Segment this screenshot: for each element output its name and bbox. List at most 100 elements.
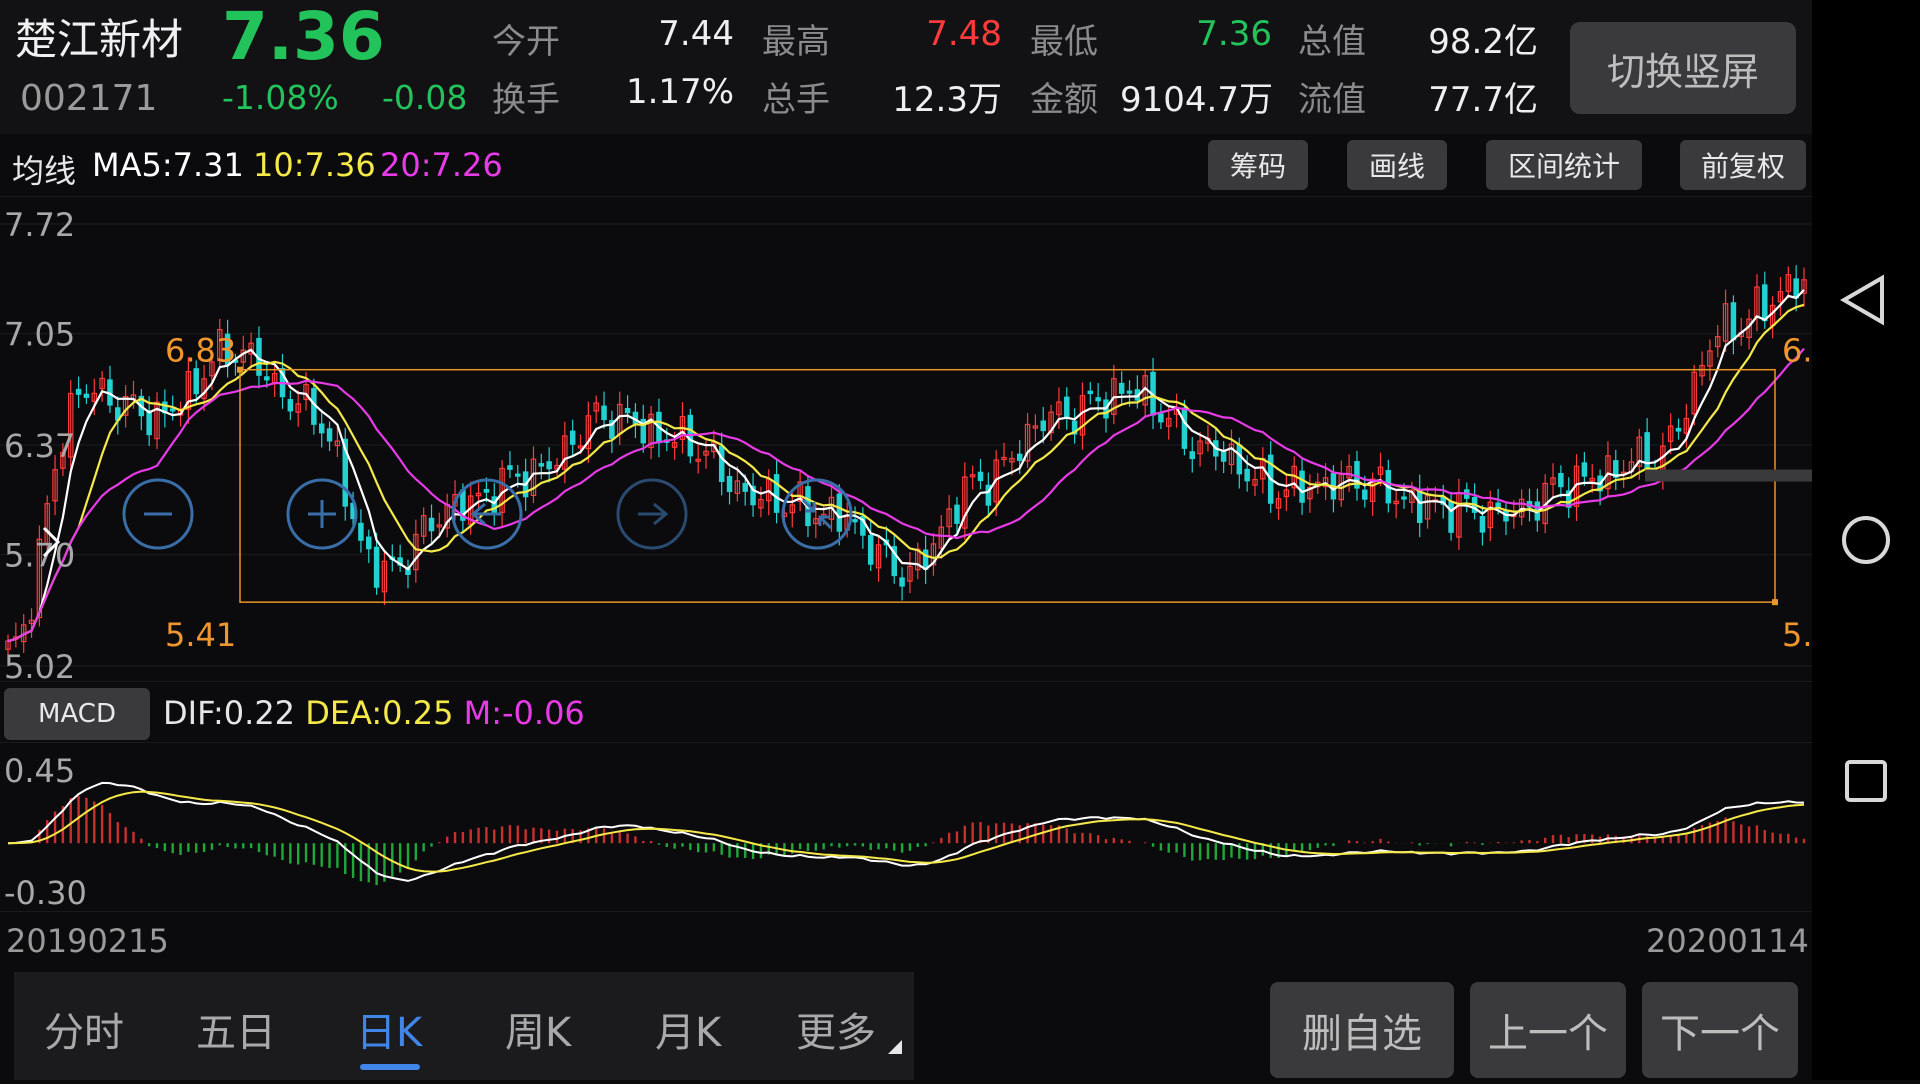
candle-down xyxy=(718,445,725,482)
candle-down xyxy=(954,504,960,524)
candle-down xyxy=(1126,390,1133,394)
candle-down xyxy=(1158,413,1164,423)
arrow-right-icon[interactable] xyxy=(616,478,688,550)
candle-down xyxy=(146,410,152,436)
candle-down xyxy=(515,473,521,477)
macd-chart[interactable]: 0.45 -0.30 xyxy=(0,742,1812,912)
candle-down xyxy=(899,577,905,587)
candle-down xyxy=(1236,444,1243,475)
remove-watchlist-button[interactable]: 删自选 xyxy=(1270,982,1454,1078)
candle-down xyxy=(1448,501,1454,533)
quote-value-float-value: 77.7亿 xyxy=(1428,80,1538,120)
home-circle-icon[interactable] xyxy=(1842,516,1890,564)
previous-stock-button[interactable]: 上一个 xyxy=(1470,982,1626,1078)
macd-button[interactable]: MACD xyxy=(4,688,150,740)
system-nav-bar xyxy=(1812,0,1920,1080)
quote-value-high: 7.48 xyxy=(926,14,1002,54)
ma20-line xyxy=(7,347,1805,643)
quote-value-turnover: 1.17% xyxy=(625,72,734,112)
candle-down xyxy=(538,463,545,467)
candle-down xyxy=(836,493,843,532)
tab-monthly-k[interactable]: 月K xyxy=(655,1000,721,1058)
candle-down xyxy=(852,519,858,523)
candle-down xyxy=(1762,284,1768,322)
switch-portrait-button[interactable]: 切换竖屏 xyxy=(1570,22,1796,114)
stock-name: 楚江新材 xyxy=(15,15,184,64)
quote-label-amount: 金额 xyxy=(1030,80,1098,120)
current-price: 7.36 xyxy=(222,0,385,75)
change-amount: -0.08 xyxy=(382,78,468,117)
candle-down xyxy=(1299,470,1305,503)
start-date: 20190215 xyxy=(6,922,169,960)
macd-values: DIF:0.22 DEA:0.25 M:-0.06 xyxy=(163,694,585,732)
tab-more[interactable]: 更多 xyxy=(796,1000,876,1058)
active-tab-indicator xyxy=(360,1064,420,1070)
range-low-label: 5.41 xyxy=(165,616,236,654)
candle-down xyxy=(1118,382,1125,394)
candle-down xyxy=(1244,468,1250,482)
quote-label-high: 最高 xyxy=(762,22,830,62)
macd-dea: DEA:0.25 xyxy=(305,694,454,732)
candle-down xyxy=(1064,396,1070,419)
y-axis-tick: 6.37 xyxy=(4,427,75,465)
adjust-button[interactable]: 前复权 xyxy=(1680,140,1806,190)
quote-label-volume: 总手 xyxy=(762,80,830,120)
zoom-out-icon[interactable] xyxy=(122,478,194,550)
draw-line-button[interactable]: 画线 xyxy=(1347,140,1447,190)
tab-five-day[interactable]: 五日 xyxy=(196,1000,276,1058)
y-axis-tick: 5.70 xyxy=(4,537,75,575)
ma20-value: 20:7.26 xyxy=(380,146,503,184)
ma-label: 均线 xyxy=(12,152,77,190)
candle-down xyxy=(726,476,733,493)
y-axis-tick: 5.02 xyxy=(4,648,75,682)
candle-down xyxy=(773,474,780,513)
candle-down xyxy=(169,408,176,412)
range-scroll-marker xyxy=(1645,469,1812,482)
next-stock-button[interactable]: 下一个 xyxy=(1642,982,1798,1078)
candle-down xyxy=(546,461,552,470)
quote-value-volume: 12.3万 xyxy=(892,80,1002,120)
candle-down xyxy=(1495,502,1501,508)
candle-down xyxy=(373,546,380,588)
quote-value-open: 7.44 xyxy=(658,14,734,54)
kline-chart[interactable]: 6.83 5.41 6. 5. 7.72 7.05 6.37 5.70 5.02 xyxy=(0,196,1812,682)
candle-down xyxy=(1181,407,1188,449)
tab-intraday[interactable]: 分时 xyxy=(44,1000,124,1058)
macd-y-tick: -0.30 xyxy=(4,874,87,912)
more-dropdown-icon xyxy=(888,1040,902,1054)
back-triangle-icon[interactable] xyxy=(1840,274,1884,326)
quote-label-turnover: 换手 xyxy=(492,80,560,120)
candle-down xyxy=(569,430,576,445)
period-tabs xyxy=(14,972,914,1080)
range-stats-button[interactable]: 区间统计 xyxy=(1486,140,1642,190)
candle-down xyxy=(326,428,333,442)
candle-down xyxy=(1401,496,1407,500)
candle-down xyxy=(1095,397,1101,402)
range-high-label-right: 6. xyxy=(1782,332,1812,370)
candle-down xyxy=(193,368,199,395)
candle-down xyxy=(1189,451,1196,460)
range-low-label-right: 5. xyxy=(1782,616,1812,654)
candle-down xyxy=(1362,489,1368,500)
tab-weekly-k[interactable]: 周K xyxy=(505,1000,571,1058)
candle-down xyxy=(1558,472,1564,488)
recents-square-icon[interactable] xyxy=(1845,760,1887,802)
candle-down xyxy=(1581,462,1588,477)
candle-down xyxy=(1040,420,1046,432)
ma10-value: 10:7.36 xyxy=(253,146,376,184)
change-percent: -1.08% xyxy=(222,78,339,117)
chips-button[interactable]: 筹码 xyxy=(1208,140,1308,190)
candle-down xyxy=(75,388,82,395)
candle-down xyxy=(601,405,607,421)
candle-down xyxy=(1087,390,1094,395)
candle-down xyxy=(428,517,435,532)
range-handle xyxy=(1772,599,1778,606)
dif-line xyxy=(7,781,1805,882)
candle-down xyxy=(1220,450,1227,462)
candle-down xyxy=(366,536,372,550)
quote-value-low: 7.36 xyxy=(1196,14,1272,54)
tab-daily-k[interactable]: 日K xyxy=(356,1000,422,1058)
candle-down xyxy=(483,488,490,493)
candle-down xyxy=(1416,488,1423,523)
candle-down xyxy=(287,399,294,412)
